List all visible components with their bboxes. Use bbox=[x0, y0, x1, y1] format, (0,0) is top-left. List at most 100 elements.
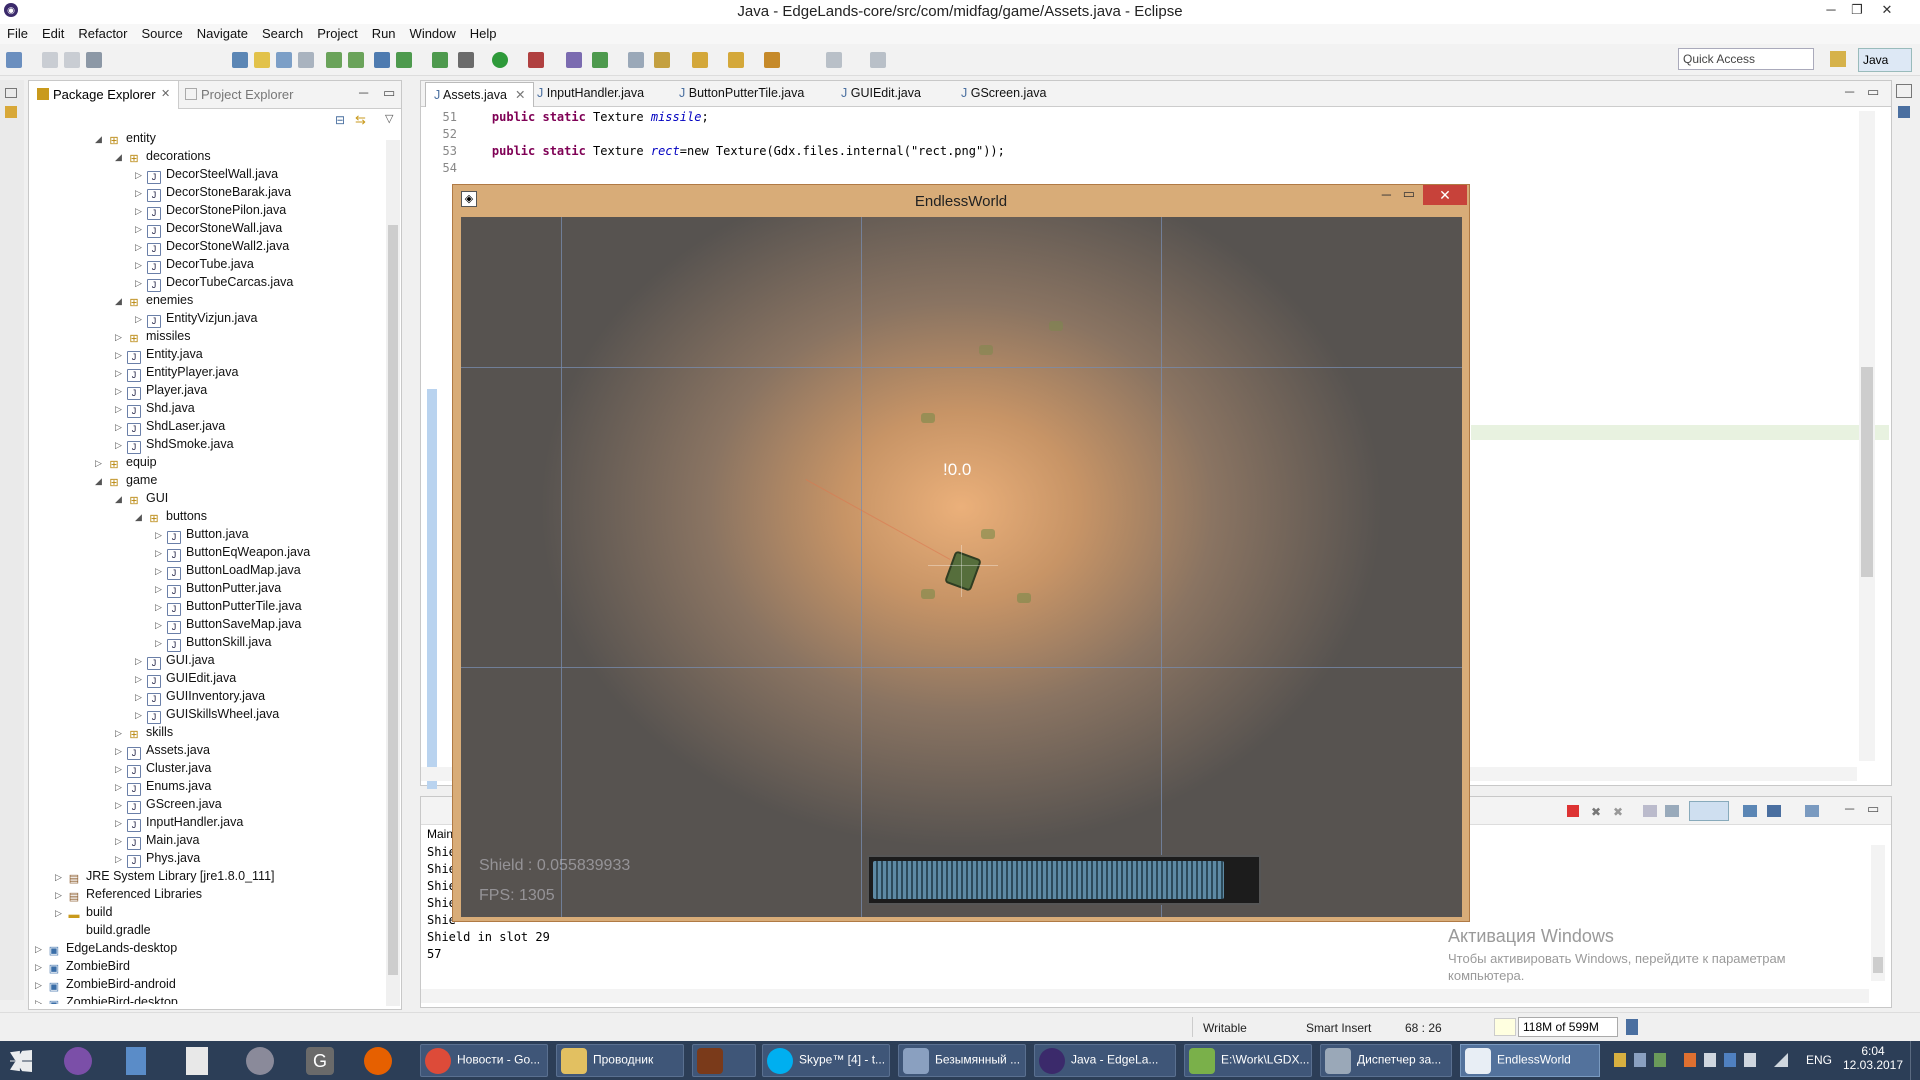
minimize-view-icon[interactable]: ─ bbox=[359, 85, 368, 100]
tree-item[interactable]: ▷ J ButtonPutterTile.java bbox=[155, 597, 302, 616]
expand-arrow-icon[interactable]: ▷ bbox=[135, 166, 147, 184]
new-class-icon[interactable] bbox=[592, 52, 608, 68]
tree-item[interactable]: ▷ J Button.java bbox=[155, 525, 249, 544]
expand-arrow-icon[interactable]: ▷ bbox=[135, 652, 147, 670]
taskbar-item-task-manager[interactable]: Диспетчер за... bbox=[1320, 1044, 1452, 1077]
tray-icon[interactable] bbox=[1634, 1053, 1646, 1067]
expand-arrow-icon[interactable]: ▷ bbox=[115, 364, 127, 382]
expand-arrow-icon[interactable]: ▷ bbox=[115, 724, 127, 742]
open-task-icon[interactable] bbox=[628, 52, 644, 68]
expand-arrow-icon[interactable]: ▷ bbox=[115, 400, 127, 418]
open-type-icon[interactable] bbox=[232, 52, 248, 68]
open-perspective-icon[interactable] bbox=[1830, 51, 1846, 67]
tree-item[interactable]: ▷ J GUI.java bbox=[135, 651, 215, 670]
tree-item[interactable]: ▷ ⊞ equip bbox=[95, 453, 157, 471]
next-annotation-icon[interactable] bbox=[692, 52, 708, 68]
calculator-icon[interactable] bbox=[126, 1047, 146, 1075]
expand-arrow-icon[interactable]: ▷ bbox=[115, 850, 127, 868]
expand-arrow-icon[interactable]: ▷ bbox=[55, 904, 67, 922]
tree-item[interactable]: ▷ J GScreen.java bbox=[115, 795, 222, 814]
tree-item[interactable]: ▷ J Phys.java bbox=[115, 849, 200, 868]
tree-item[interactable]: ▷ J Player.java bbox=[115, 381, 207, 400]
expand-arrow-icon[interactable]: ▷ bbox=[155, 562, 167, 580]
tree-item[interactable]: build.gradle bbox=[55, 921, 151, 939]
tray-icon[interactable] bbox=[1614, 1053, 1626, 1067]
minimize-editor-icon[interactable]: ─ bbox=[1845, 84, 1854, 99]
terminate-icon[interactable] bbox=[1567, 805, 1579, 817]
close-tab-icon[interactable]: ✕ bbox=[515, 88, 525, 102]
tree-item[interactable]: ▷ ▣ ZombieBird bbox=[35, 957, 130, 975]
console-horizontal-scrollbar[interactable] bbox=[421, 989, 1869, 1003]
debug-icon[interactable] bbox=[458, 52, 474, 68]
collapse-all-icon[interactable]: ⊟ bbox=[335, 113, 345, 127]
game-minimize-button[interactable]: ─ bbox=[1382, 187, 1391, 202]
android-avd-icon[interactable] bbox=[348, 52, 364, 68]
expand-arrow-icon[interactable]: ▷ bbox=[135, 202, 147, 220]
taskbar-item-eclipse[interactable]: Java - EdgeLa... bbox=[1034, 1044, 1176, 1077]
expand-arrow-icon[interactable]: ▷ bbox=[135, 274, 147, 292]
tree-item[interactable]: ▷ J Enums.java bbox=[115, 777, 211, 796]
tree-item[interactable]: ▷ J GUIInventory.java bbox=[135, 687, 265, 706]
tree-item[interactable]: ▷ ⊞ skills bbox=[115, 723, 173, 741]
maximize-editor-icon[interactable]: ▭ bbox=[1867, 84, 1879, 100]
show-desktop-button[interactable] bbox=[1910, 1041, 1920, 1080]
tree-item[interactable]: ▷ ▣ ZombieBird-android bbox=[35, 975, 176, 993]
expand-arrow-icon[interactable]: ▷ bbox=[115, 742, 127, 760]
expand-arrow-icon[interactable]: ▷ bbox=[135, 238, 147, 256]
expand-arrow-icon[interactable]: ▷ bbox=[115, 436, 127, 454]
expand-arrow-icon[interactable]: ▷ bbox=[35, 940, 47, 958]
tree-item[interactable]: ▷ ▤ Referenced Libraries bbox=[55, 885, 202, 903]
outline-view-icon[interactable] bbox=[1898, 106, 1910, 118]
quick-access-input[interactable]: Quick Access bbox=[1678, 48, 1814, 70]
expand-arrow-icon[interactable]: ▷ bbox=[115, 778, 127, 796]
menu-project[interactable]: Project bbox=[310, 24, 364, 41]
expand-arrow-icon[interactable]: ▷ bbox=[155, 580, 167, 598]
minimize-button[interactable]: ─ bbox=[1820, 2, 1842, 20]
tree-item[interactable]: ▷ J ButtonEqWeapon.java bbox=[155, 543, 310, 562]
tree-item[interactable]: ▷ J DecorSteelWall.java bbox=[135, 165, 278, 184]
scroll-lock-icon[interactable] bbox=[1665, 805, 1679, 817]
expand-arrow-icon[interactable]: ▷ bbox=[35, 958, 47, 976]
run-icon[interactable] bbox=[492, 52, 508, 68]
game-maximize-button[interactable]: ▭ bbox=[1403, 186, 1415, 202]
expand-arrow-icon[interactable]: ▷ bbox=[135, 256, 147, 274]
expand-arrow-icon[interactable]: ▷ bbox=[155, 634, 167, 652]
print-icon[interactable] bbox=[86, 52, 102, 68]
tree-item[interactable]: ▷ ▣ EdgeLands-desktop bbox=[35, 939, 177, 957]
run-tasks-icon[interactable] bbox=[396, 52, 412, 68]
back-icon[interactable] bbox=[764, 52, 780, 68]
tree-item[interactable]: ▷ J Assets.java bbox=[115, 741, 210, 760]
game-close-button[interactable]: ✕ bbox=[1423, 185, 1467, 205]
tree-item[interactable]: ▷ J Main.java bbox=[115, 831, 200, 850]
tree-item[interactable]: ▷▣ ZombieBird-desktop bbox=[35, 993, 178, 1004]
tree-item[interactable]: ▷ ▤ JRE System Library [jre1.8.0_111] bbox=[55, 867, 275, 885]
gimp-icon[interactable]: G bbox=[306, 1047, 334, 1075]
external-tools-icon[interactable] bbox=[528, 52, 544, 68]
expand-arrow-icon[interactable]: ▷ bbox=[135, 220, 147, 238]
menu-refactor[interactable]: Refactor bbox=[71, 24, 134, 41]
tree-item[interactable]: ▷ J DecorTube.java bbox=[135, 255, 254, 274]
search-icon[interactable] bbox=[654, 52, 670, 68]
expand-arrow-icon[interactable]: ▷ bbox=[155, 526, 167, 544]
expand-arrow-icon[interactable]: ▷ bbox=[35, 976, 47, 994]
maximize-view-icon[interactable]: ▭ bbox=[383, 85, 395, 101]
taskbar-item-notepad[interactable]: E:\Work\LGDX... bbox=[1184, 1044, 1312, 1077]
new-package-icon[interactable] bbox=[566, 52, 582, 68]
tree-item[interactable]: ◢ ⊞ GUI bbox=[115, 489, 168, 507]
previous-annotation-icon[interactable] bbox=[728, 52, 744, 68]
tree-item[interactable]: ▷ J ButtonPutter.java bbox=[155, 579, 281, 598]
expand-arrow-icon[interactable]: ▷ bbox=[55, 868, 67, 886]
forward-icon[interactable] bbox=[826, 52, 842, 68]
new-java-project-icon[interactable] bbox=[432, 52, 448, 68]
remove-launch-icon[interactable]: ✖ bbox=[1591, 805, 1603, 819]
tab-assets-java[interactable]: J Assets.java ✕ bbox=[425, 82, 535, 107]
tree-item[interactable]: ▷ J DecorStoneWall.java bbox=[135, 219, 282, 238]
taskbar-item-endlessworld[interactable]: EndlessWorld bbox=[1460, 1044, 1600, 1077]
disc-icon[interactable] bbox=[246, 1047, 274, 1075]
tree-item[interactable]: ▷ J GUIEdit.java bbox=[135, 669, 236, 688]
collapse-arrow-icon[interactable]: ◢ bbox=[95, 130, 107, 148]
collapse-arrow-icon[interactable]: ◢ bbox=[115, 490, 127, 508]
expand-arrow-icon[interactable]: ▷ bbox=[115, 328, 127, 346]
android-sdk-icon[interactable] bbox=[326, 52, 342, 68]
tree-item[interactable]: ▷ J ButtonSaveMap.java bbox=[155, 615, 301, 634]
